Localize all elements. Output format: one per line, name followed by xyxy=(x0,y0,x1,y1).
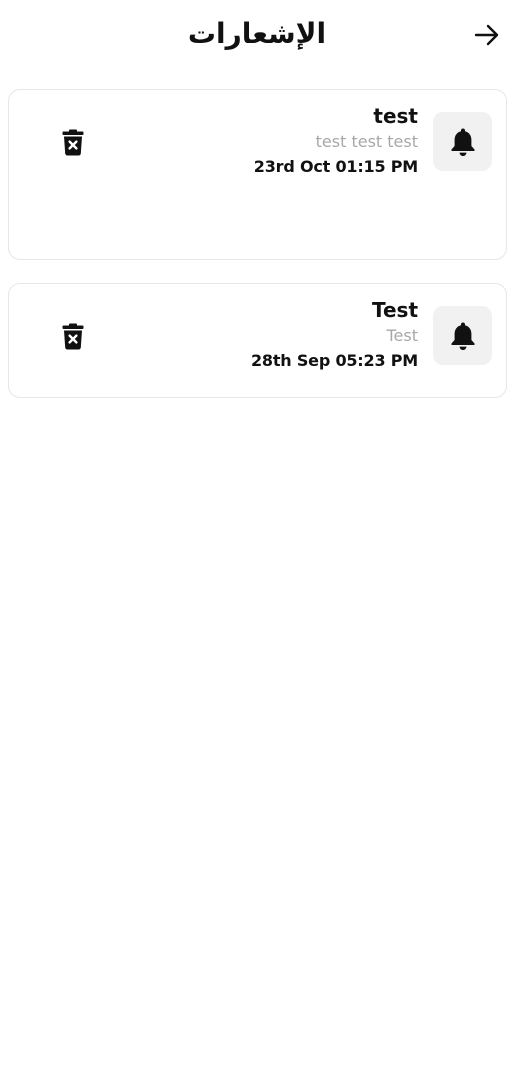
bell-icon xyxy=(451,322,474,350)
arrow-right-icon xyxy=(474,24,499,46)
notification-text: test test test test 23rd Oct 01:15 PM xyxy=(118,102,418,180)
trash-x-icon xyxy=(62,129,84,155)
notification-icon-box xyxy=(433,112,492,171)
notification-list: test test test test 23rd Oct 01:15 PM Te… xyxy=(8,89,507,421)
notification-card[interactable]: test test test test 23rd Oct 01:15 PM xyxy=(8,89,507,260)
notification-time: 28th Sep 05:23 PM xyxy=(250,351,418,370)
trash-x-icon xyxy=(62,323,84,349)
notification-body: Test xyxy=(386,326,418,345)
header: الإشعارات xyxy=(0,0,514,72)
notification-icon-box xyxy=(433,306,492,365)
notification-card[interactable]: Test Test 28th Sep 05:23 PM xyxy=(8,283,507,398)
delete-button[interactable] xyxy=(57,319,89,353)
notification-body: test test test xyxy=(315,132,418,151)
notification-text: Test Test 28th Sep 05:23 PM xyxy=(118,296,418,374)
page-title: الإشعارات xyxy=(187,17,327,50)
notifications-screen: الإشعارات test test test test 23rd Oct 0… xyxy=(0,0,514,1075)
notification-title: Test xyxy=(371,298,418,322)
bell-icon xyxy=(451,128,474,156)
back-button[interactable] xyxy=(470,18,504,52)
notification-time: 23rd Oct 01:15 PM xyxy=(253,157,418,176)
delete-button[interactable] xyxy=(57,125,89,159)
notification-title: test xyxy=(373,104,418,128)
